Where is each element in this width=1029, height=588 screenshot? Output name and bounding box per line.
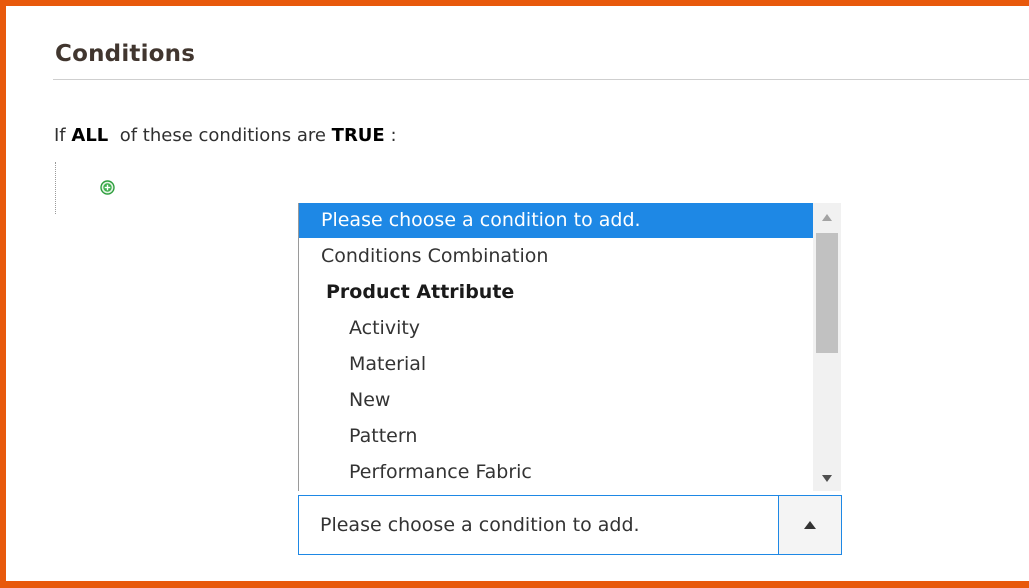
scroll-up-arrow-icon[interactable]: [813, 203, 841, 231]
option-conditions-combination[interactable]: Conditions Combination: [299, 238, 813, 274]
option-performance-fabric[interactable]: Performance Fabric: [299, 454, 813, 490]
option-new[interactable]: New: [299, 382, 813, 418]
condition-options: Please choose a condition to add. Condit…: [299, 203, 813, 490]
option-pattern[interactable]: Pattern: [299, 418, 813, 454]
condition-select-value: Please choose a condition to add.: [320, 514, 640, 536]
triangle-up-icon: [804, 521, 816, 529]
condition-select[interactable]: Please choose a condition to add.: [298, 495, 842, 555]
title-divider: [53, 79, 1029, 80]
optgroup-product-attribute: Product Attribute: [326, 281, 515, 303]
option-placeholder[interactable]: Please choose a condition to add.: [299, 203, 813, 238]
list-scrollbar[interactable]: [813, 203, 841, 491]
rule-prefix: If: [54, 125, 66, 146]
scrollbar-thumb[interactable]: [816, 233, 838, 353]
rule-middle-text: of these conditions are: [119, 125, 326, 146]
option-material[interactable]: Material: [299, 346, 813, 382]
plus-circle-icon[interactable]: [100, 180, 115, 195]
rule-suffix: :: [390, 125, 397, 146]
option-activity[interactable]: Activity: [299, 310, 813, 346]
scroll-down-arrow-icon[interactable]: [813, 465, 841, 491]
condition-dropdown-list[interactable]: Please choose a condition to add. Condit…: [298, 203, 842, 491]
select-toggle-button[interactable]: [778, 496, 841, 554]
value-selector[interactable]: TRUE: [332, 125, 385, 146]
aggregator-selector[interactable]: ALL: [71, 125, 108, 146]
conditions-panel: Conditions If ALL of these conditions ar…: [0, 0, 1029, 588]
section-title: Conditions: [55, 41, 196, 67]
tree-guide-line: [55, 162, 56, 214]
rule-condition-line: If ALL of these conditions are TRUE :: [54, 125, 397, 146]
